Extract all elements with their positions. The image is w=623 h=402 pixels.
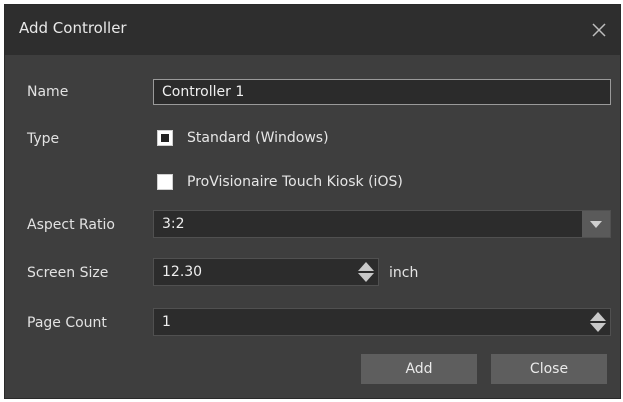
screen-size-label: Screen Size — [27, 265, 109, 281]
type-option-label: ProVisionaire Touch Kiosk (iOS) — [187, 174, 403, 190]
close-button[interactable]: Close — [491, 354, 607, 384]
spin-down-icon[interactable] — [590, 323, 606, 332]
radio-checked-icon[interactable] — [157, 130, 173, 146]
type-option-touch-kiosk-ios[interactable]: ProVisionaire Touch Kiosk (iOS) — [157, 171, 403, 193]
screen-size-unit: inch — [389, 265, 419, 281]
spin-down-icon[interactable] — [358, 273, 374, 282]
name-input[interactable] — [153, 79, 611, 105]
radio-unchecked-icon[interactable] — [157, 174, 173, 190]
type-option-label: Standard (Windows) — [187, 130, 329, 146]
name-label: Name — [27, 84, 69, 100]
aspect-ratio-label: Aspect Ratio — [27, 217, 115, 233]
dialog-title: Add Controller — [19, 19, 127, 37]
type-option-standard-windows[interactable]: Standard (Windows) — [157, 127, 329, 149]
spin-arrows-icon[interactable] — [358, 262, 374, 282]
spin-up-icon[interactable] — [358, 262, 374, 271]
type-label: Type — [27, 131, 60, 147]
aspect-ratio-select[interactable]: 3:2 — [153, 210, 611, 238]
page-count-label: Page Count — [27, 315, 107, 331]
close-x-icon[interactable] — [586, 17, 612, 43]
add-controller-dialog: Add Controller Name Type Standard (Windo… — [4, 4, 621, 399]
spin-up-icon[interactable] — [590, 312, 606, 321]
screen-size-value: 12.30 — [162, 264, 203, 280]
add-button[interactable]: Add — [361, 354, 477, 384]
dialog-titlebar: Add Controller — [5, 5, 620, 55]
screen-size-stepper[interactable]: 12.30 — [153, 258, 379, 286]
aspect-ratio-value: 3:2 — [162, 216, 185, 232]
page-count-stepper[interactable]: 1 — [153, 308, 611, 336]
page-count-value: 1 — [162, 314, 171, 330]
chevron-down-icon[interactable] — [582, 211, 610, 237]
spin-arrows-icon[interactable] — [590, 312, 606, 332]
